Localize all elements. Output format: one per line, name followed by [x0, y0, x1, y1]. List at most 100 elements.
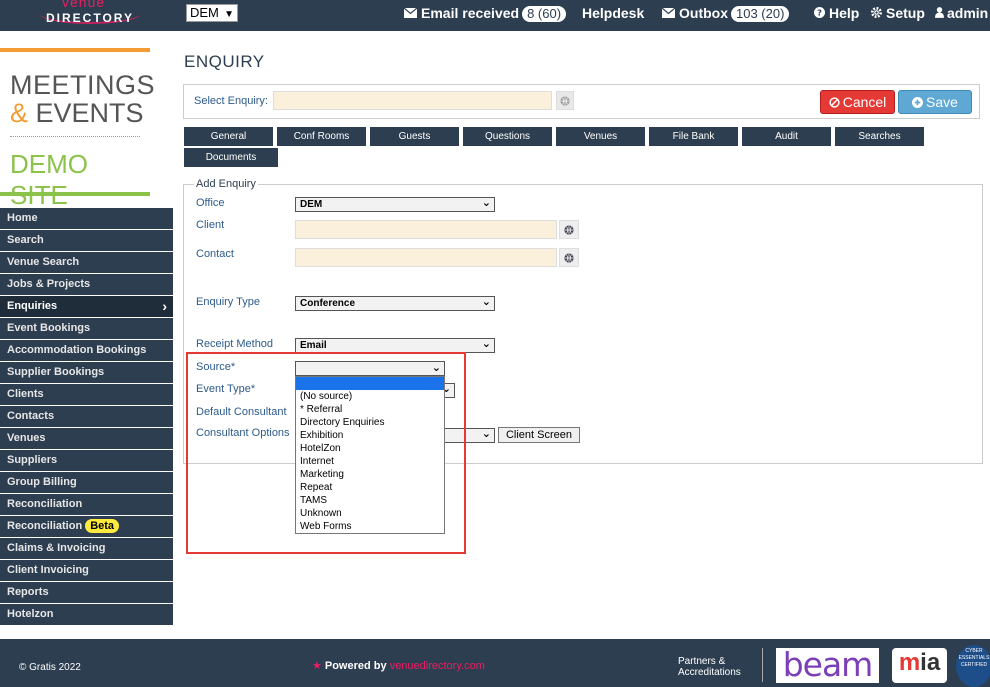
sidebar-item-client-invoicing[interactable]: Client Invoicing	[0, 560, 173, 581]
sidebar-item-enquiries[interactable]: Enquiries ›	[0, 296, 173, 317]
brand-events-line: & EVENTS	[10, 98, 144, 129]
contact-input[interactable]	[295, 248, 557, 267]
save-button[interactable]: Save	[898, 90, 972, 114]
chevron-down-icon: ⌄	[481, 338, 491, 350]
enquiry-type-select[interactable]: Conference ⌄	[295, 296, 495, 311]
sidebar-item-reconciliation-beta[interactable]: Reconciliation Beta	[0, 516, 173, 537]
client-input[interactable]	[295, 220, 557, 239]
highlight-annotation-box	[186, 352, 466, 554]
email-received-badge: 8 (60)	[522, 6, 567, 22]
sidebar-item-event-bookings[interactable]: Event Bookings	[0, 318, 173, 339]
office-field-select[interactable]: DEM ⌄	[295, 197, 495, 212]
top-bar: venue DIRECTORY DEM ▼ Email received 8 (6…	[0, 0, 990, 31]
venue-directory-logo[interactable]: venue DIRECTORY	[40, 0, 140, 28]
sidebar-nav: Home Search Venue Search Jobs & Projects…	[0, 208, 173, 626]
logo-text-directory: DIRECTORY	[46, 11, 135, 25]
globe-icon	[564, 253, 574, 263]
sidebar-item-label: Venues	[7, 432, 46, 444]
gear-icon	[871, 7, 882, 18]
tab-file-bank[interactable]: File Bank	[649, 127, 738, 146]
office-select[interactable]: DEM ▼	[186, 4, 238, 22]
select-enquiry-lookup-button[interactable]	[556, 91, 574, 110]
tab-label: Venues	[583, 131, 618, 142]
mia-logo-rest: ia	[920, 649, 941, 676]
client-screen-button[interactable]: Client Screen	[498, 427, 580, 443]
sidebar-item-group-billing[interactable]: Group Billing	[0, 472, 173, 493]
save-label: Save	[926, 94, 958, 110]
site-brand-logo: MEETINGS & EVENTS DEMO SITE	[0, 48, 155, 210]
sidebar-item-label: Contacts	[7, 410, 55, 422]
tab-conf-rooms[interactable]: Conf Rooms	[277, 127, 366, 146]
chevron-down-icon: ▼	[224, 9, 234, 20]
sidebar-item-claims-invoicing[interactable]: Claims & Invoicing	[0, 538, 173, 559]
helpdesk-link[interactable]: Helpdesk	[582, 5, 644, 21]
receipt-method-select[interactable]: Email ⌄	[295, 338, 495, 353]
office-field-value: DEM	[300, 199, 323, 210]
help-link[interactable]: ? Help	[814, 5, 859, 21]
sidebar-item-suppliers[interactable]: Suppliers	[0, 450, 173, 471]
sidebar-item-jobs-projects[interactable]: Jobs & Projects	[0, 274, 173, 295]
brand-demo-site: DEMO SITE	[10, 149, 88, 210]
sidebar-item-venue-search[interactable]: Venue Search	[0, 252, 173, 273]
sidebar-item-label: Venue Search	[7, 256, 80, 268]
sidebar-item-hotelzon[interactable]: Hotelzon	[0, 604, 173, 625]
tab-label: Conf Rooms	[293, 131, 350, 142]
sidebar-item-home[interactable]: Home	[0, 208, 173, 229]
tab-audit[interactable]: Audit	[742, 127, 831, 146]
mia-logo[interactable]: mia	[892, 648, 947, 683]
cancel-button[interactable]: Cancel	[820, 90, 895, 114]
tab-label: File Bank	[672, 131, 715, 142]
sidebar-item-accommodation-bookings[interactable]: Accommodation Bookings	[0, 340, 173, 361]
powered-by-link[interactable]: ★ Powered by venuedirectory.com	[312, 659, 485, 672]
sidebar-item-label: Reconciliation	[7, 520, 83, 532]
sidebar-item-venues[interactable]: Venues	[0, 428, 173, 449]
outbox-label: Outbox	[679, 5, 728, 21]
logo-text-venue: venue	[62, 0, 106, 10]
tab-guests[interactable]: Guests	[370, 127, 459, 146]
sidebar-item-label: Event Bookings	[7, 322, 91, 334]
mia-logo-m: m	[898, 649, 921, 676]
admin-label: admin	[947, 5, 989, 21]
envelope-icon	[404, 8, 417, 18]
brand-divider	[10, 136, 140, 137]
client-screen-label: Client Screen	[505, 429, 573, 441]
sidebar-item-reports[interactable]: Reports	[0, 582, 173, 603]
sidebar-item-supplier-bookings[interactable]: Supplier Bookings	[0, 362, 173, 383]
client-label: Client	[196, 219, 225, 231]
sidebar-item-clients[interactable]: Clients	[0, 384, 173, 405]
tab-questions[interactable]: Questions	[463, 127, 552, 146]
email-received-link[interactable]: Email received 8 (60)	[404, 5, 567, 22]
tab-label: General	[210, 131, 247, 142]
setup-link[interactable]: Setup	[871, 5, 925, 21]
sidebar-item-label: Clients	[7, 388, 44, 400]
footer: © Gratis 2022 ★ Powered by venuedirectory…	[0, 639, 990, 687]
globe-icon	[560, 96, 570, 106]
chevron-right-icon: ›	[162, 298, 167, 314]
tab-general[interactable]: General	[184, 127, 273, 146]
sidebar-item-contacts[interactable]: Contacts	[0, 406, 173, 427]
sidebar-item-reconciliation[interactable]: Reconciliation	[0, 494, 173, 515]
outbox-link[interactable]: Outbox 103 (20)	[662, 5, 790, 22]
sidebar-item-label: Home	[7, 212, 38, 224]
sidebar-item-label: Search	[7, 234, 44, 246]
enquiry-type-label: Enquiry Type	[196, 296, 261, 308]
tab-searches[interactable]: Searches	[835, 127, 924, 146]
cyber-essentials-badge[interactable]: CYBER ESSENTIALS CERTIFIED	[956, 645, 990, 687]
help-label: Help	[829, 5, 860, 21]
beam-logo[interactable]: beam	[776, 648, 879, 683]
select-enquiry-bar: Select Enquiry: Cancel Save	[183, 84, 980, 119]
partners-line2: Accreditations	[678, 667, 741, 678]
tab-venues[interactable]: Venues	[556, 127, 645, 146]
client-lookup-button[interactable]	[559, 220, 579, 239]
receipt-method-label: Receipt Method	[196, 338, 274, 350]
sidebar-item-label: Suppliers	[7, 454, 58, 466]
svg-text:?: ?	[817, 8, 822, 18]
tab-documents[interactable]: Documents	[184, 148, 278, 167]
admin-user-link[interactable]: admin	[935, 5, 988, 21]
contact-lookup-button[interactable]	[559, 248, 579, 267]
receipt-method-value: Email	[300, 340, 327, 351]
sidebar-item-search[interactable]: Search	[0, 230, 173, 251]
plus-circle-icon	[912, 97, 924, 108]
select-enquiry-input[interactable]	[273, 91, 552, 110]
tab-label: Documents	[205, 152, 257, 163]
